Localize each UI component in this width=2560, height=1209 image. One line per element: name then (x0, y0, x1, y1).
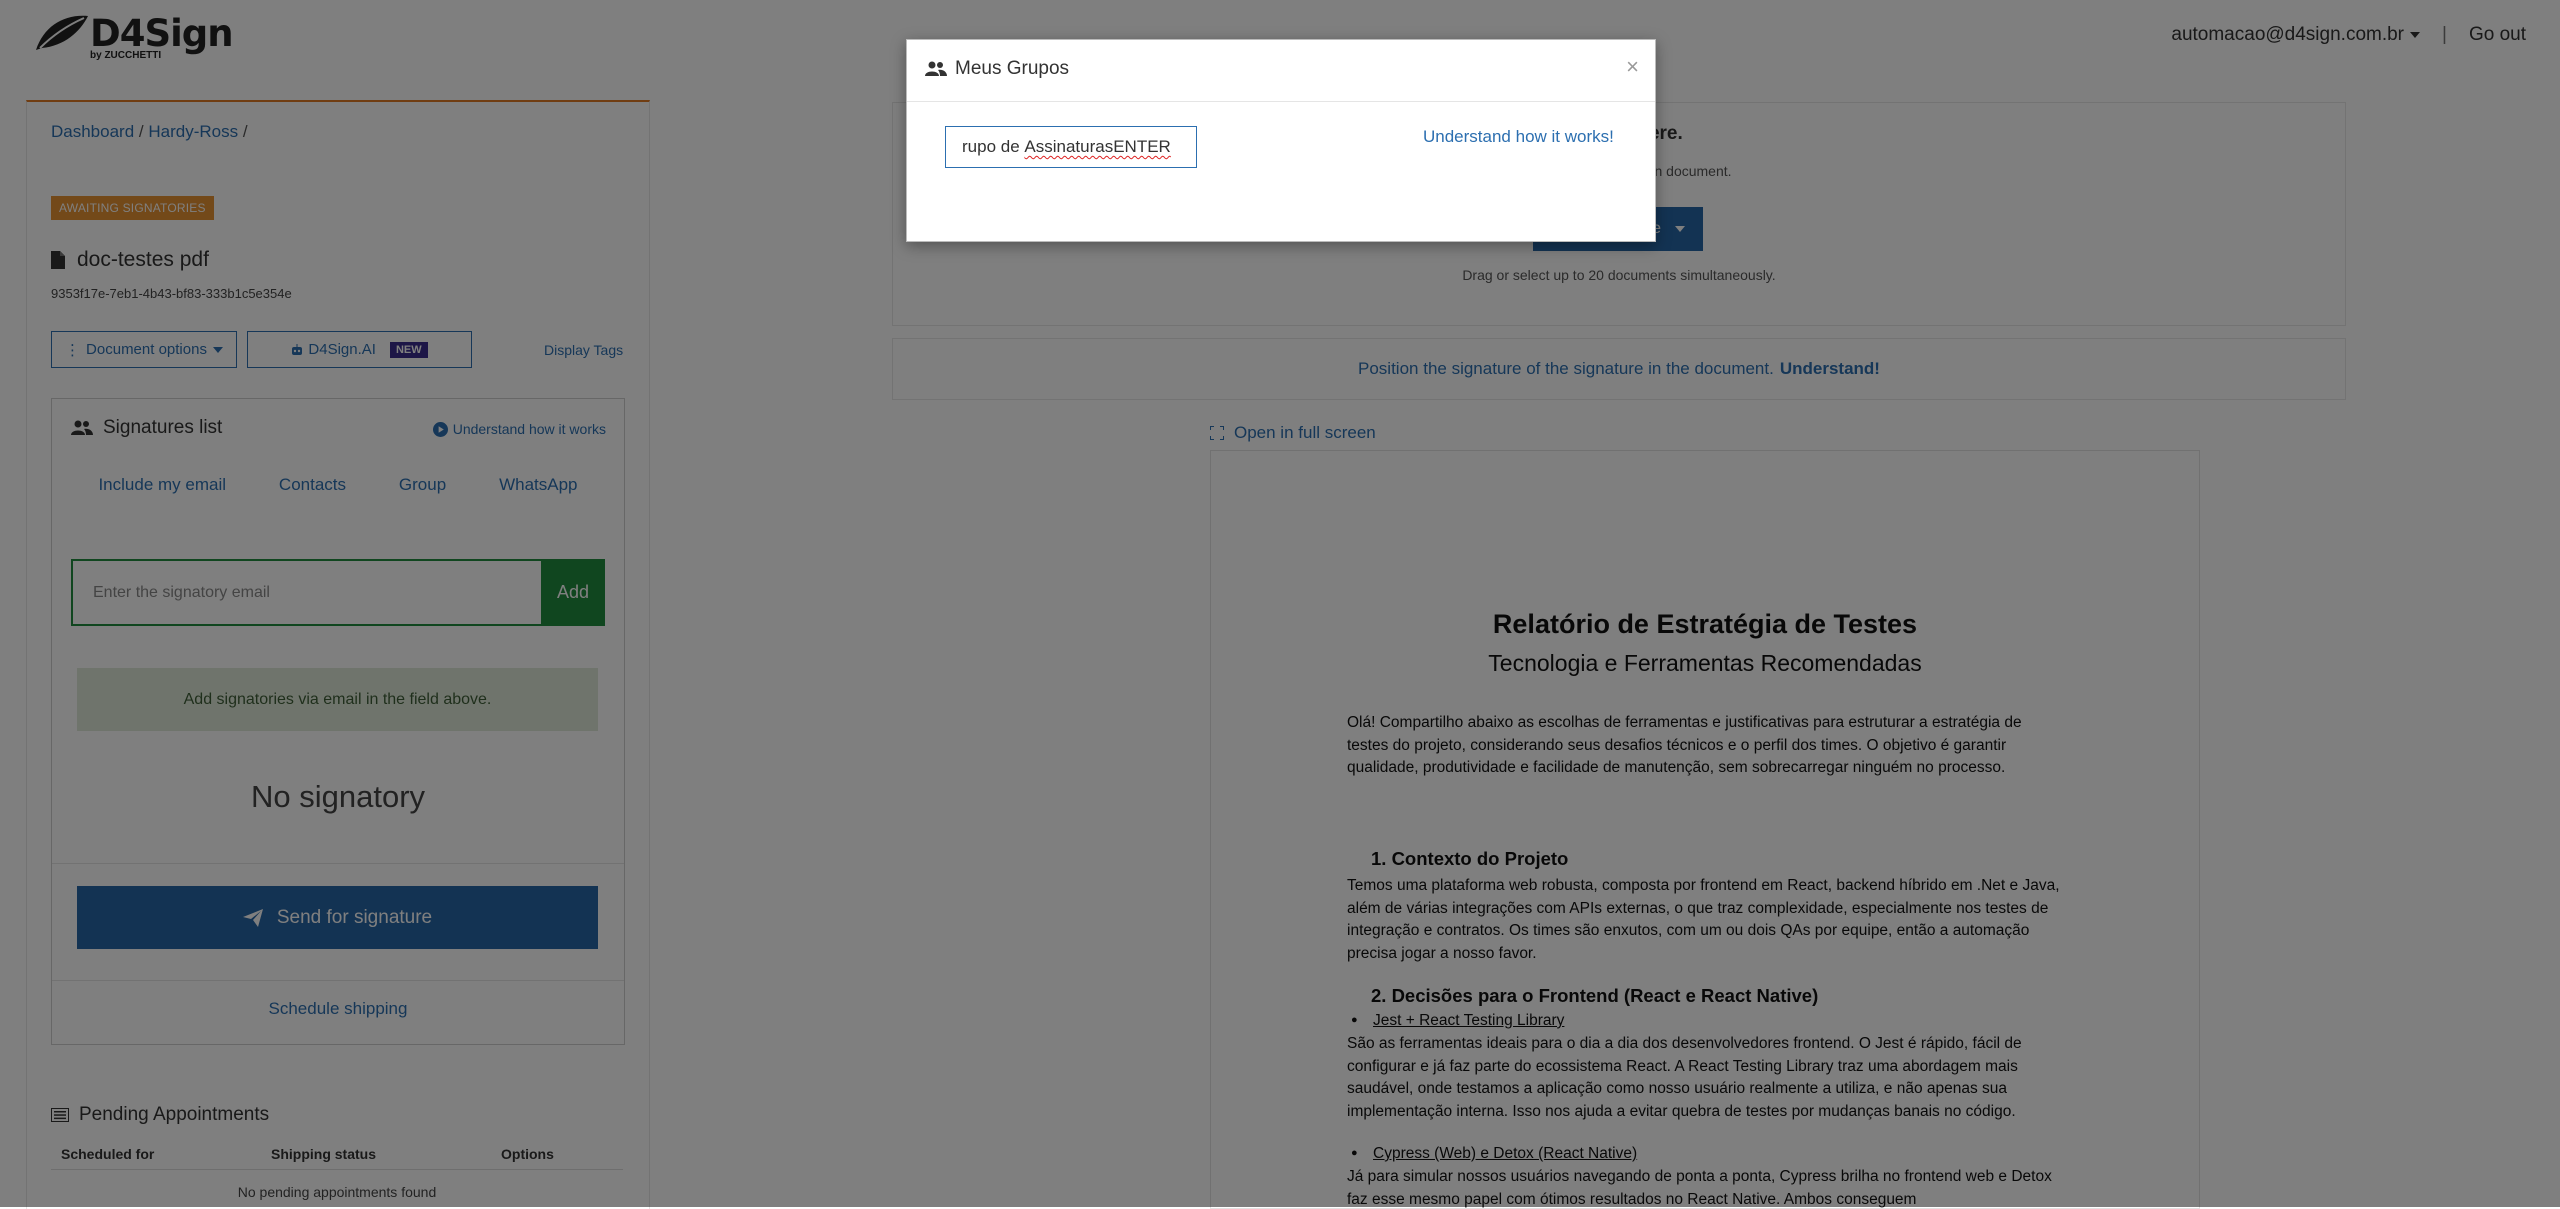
modal-header: Meus Grupos × (907, 40, 1655, 102)
my-groups-modal: Meus Grupos × rupo de AssinaturasENTER U… (906, 39, 1656, 242)
users-icon (925, 61, 947, 76)
group-name-text: rupo de (962, 137, 1025, 156)
group-name-input[interactable]: rupo de AssinaturasENTER (945, 126, 1197, 168)
modal-title: Meus Grupos (925, 58, 1069, 80)
group-name-misspelled-text: AssinaturasENTER (1024, 137, 1171, 156)
modal-understand-link[interactable]: Understand how it works! (1423, 127, 1614, 147)
modal-title-text: Meus Grupos (955, 58, 1070, 79)
close-icon[interactable]: × (1626, 54, 1639, 80)
